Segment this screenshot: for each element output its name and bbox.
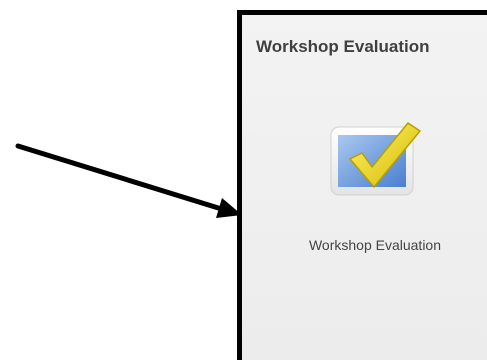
screenshot-stage: Workshop Evaluation Workshop Evaluation <box>0 0 487 360</box>
panel-title: Workshop Evaluation <box>256 37 430 56</box>
tile-label: Workshop Evaluation <box>308 237 442 253</box>
workshop-evaluation-tile[interactable]: Workshop Evaluation <box>250 105 487 305</box>
app-panel: Workshop Evaluation Workshop Evaluation <box>237 10 487 360</box>
checkmark-form-icon <box>328 105 428 205</box>
